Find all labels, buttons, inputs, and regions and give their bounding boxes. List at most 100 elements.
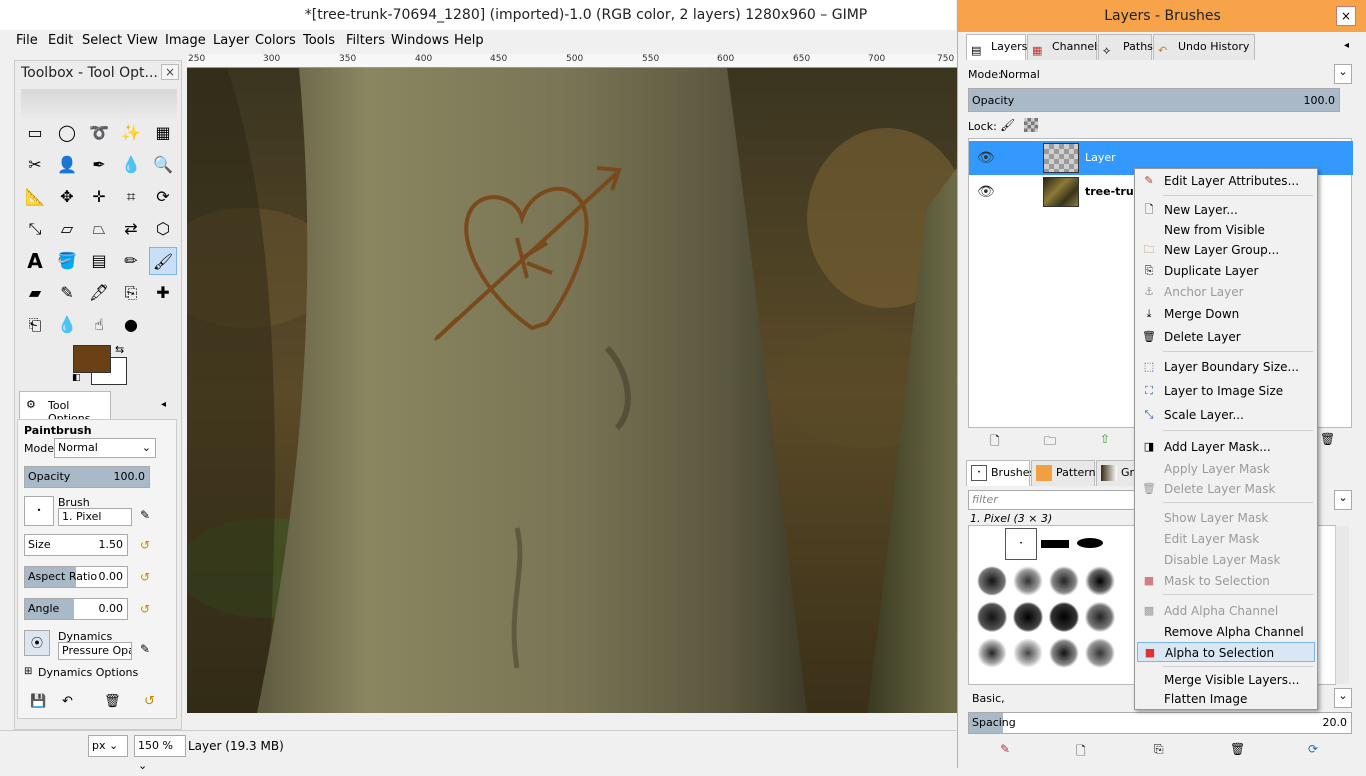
layer-opacity-slider[interactable]: Opacity 100.0 <box>968 88 1340 112</box>
foreground-select-icon[interactable]: 👤 <box>53 151 81 179</box>
menu-item-new-layer-group[interactable]: 🗀 New Layer Group... <box>1137 240 1315 260</box>
color-picker-icon[interactable]: 💧 <box>117 151 145 179</box>
menu-tools[interactable]: Tools <box>303 33 335 48</box>
bucket-fill-icon[interactable]: 🪣 <box>53 247 81 275</box>
dynamics-field[interactable]: Pressure Opacity <box>58 642 132 660</box>
ink-icon[interactable]: 🖋 <box>85 279 113 307</box>
brush-splatter[interactable] <box>977 566 1007 596</box>
perspective-clone-icon[interactable]: ⎗ <box>21 311 49 339</box>
eye-icon[interactable]: 👁 <box>977 150 995 166</box>
blend-icon[interactable]: ▤ <box>85 247 113 275</box>
brushes-scrollbar[interactable] <box>1335 526 1349 684</box>
dynamics-preview-icon[interactable]: ⦿ <box>24 630 50 656</box>
menu-filters[interactable]: Filters <box>346 33 385 48</box>
delete-layer-icon[interactable]: 🗑 <box>1320 432 1335 446</box>
configure-tab-icon[interactable]: ◂ <box>1344 40 1349 51</box>
configure-tab-icon[interactable]: ◂ <box>161 399 166 410</box>
brush-texture[interactable] <box>977 638 1007 668</box>
size-slider[interactable]: Size 1.50 <box>24 534 128 556</box>
menu-item-new-layer[interactable]: 🗋 New Layer... <box>1137 200 1315 220</box>
brush-spacing-slider[interactable]: Spacing 20.0 <box>968 712 1352 734</box>
menu-edit[interactable]: Edit <box>48 33 73 48</box>
move-icon[interactable]: ✥ <box>53 183 81 211</box>
menu-item-remove-alpha-channel[interactable]: Remove Alpha Channel <box>1137 622 1315 642</box>
menu-item-mask-to-selection[interactable]: ■ Mask to Selection <box>1137 571 1315 591</box>
brush-pixel[interactable]: • <box>1005 528 1037 560</box>
menu-item-flatten-image[interactable]: Flatten Image <box>1137 689 1315 709</box>
brush-texture[interactable] <box>1013 602 1043 632</box>
menu-item-alpha-to-selection[interactable]: ■ Alpha to Selection <box>1137 642 1315 662</box>
horizontal-ruler[interactable]: 250 300 350 400 450 500 550 600 650 700 … <box>187 54 957 68</box>
airbrush-icon[interactable]: ✎ <box>53 279 81 307</box>
menu-help[interactable]: Help <box>454 33 484 48</box>
menu-item-add-layer-mask[interactable]: ◨ Add Layer Mask... <box>1137 437 1315 457</box>
dock-close-button[interactable]: × <box>1336 6 1356 26</box>
foreground-color-swatch[interactable] <box>73 345 111 373</box>
menu-item-disable-layer-mask[interactable]: Disable Layer Mask <box>1137 550 1315 570</box>
aspect-ratio-slider[interactable]: Aspect Ratio 0.00 <box>24 566 128 588</box>
eraser-icon[interactable]: ▰ <box>21 279 49 307</box>
swap-colors-icon[interactable]: ⇆ <box>115 343 124 356</box>
brush-splatter[interactable] <box>1085 566 1115 596</box>
menu-windows[interactable]: Windows <box>391 33 449 48</box>
edit-dynamics-icon[interactable]: ✎ <box>140 642 150 656</box>
image-canvas[interactable] <box>187 68 957 713</box>
brush-tag-dropdown[interactable]: ⌄ <box>1334 688 1352 708</box>
free-select-icon[interactable]: ➰ <box>85 119 113 147</box>
menu-view[interactable]: View <box>127 33 158 48</box>
menu-item-merge-down[interactable]: ⤓ Merge Down <box>1137 304 1315 324</box>
restore-options-icon[interactable]: ↶ <box>62 694 73 709</box>
brush-ellipse[interactable] <box>1077 538 1103 548</box>
menu-item-new-from-visible[interactable]: New from Visible <box>1137 220 1315 240</box>
delete-brush-icon[interactable]: 🗑 <box>1230 742 1245 756</box>
new-layer-icon[interactable]: 🗋 <box>990 432 1000 453</box>
scissors-icon[interactable]: ✂ <box>21 151 49 179</box>
angle-slider[interactable]: Angle 0.00 <box>24 598 128 620</box>
menu-item-edit-layer-mask[interactable]: Edit Layer Mask <box>1137 529 1315 549</box>
layer-mode-dropdown[interactable]: ⌄ <box>1334 64 1352 84</box>
brush-splatter[interactable] <box>1049 566 1079 596</box>
mode-select[interactable]: Normal ⌄ <box>54 438 156 458</box>
new-brush-icon[interactable]: 🗋 <box>1076 742 1086 763</box>
edit-brush-icon[interactable]: ✎ <box>140 508 150 522</box>
reset-options-icon[interactable]: ↺ <box>144 694 155 709</box>
menu-colors[interactable]: Colors <box>255 33 296 48</box>
lock-pixels-icon[interactable]: 🖌 <box>1000 118 1015 132</box>
brush-filter-dropdown[interactable]: ⌄ <box>1334 490 1352 510</box>
brush-texture[interactable] <box>1085 638 1115 668</box>
perspective-icon[interactable]: ⏢ <box>85 215 113 243</box>
crop-icon[interactable]: ⌗ <box>117 183 145 211</box>
dynamics-options-expander[interactable]: Dynamics Options <box>38 666 138 679</box>
toolbox-close-button[interactable]: × <box>161 64 179 80</box>
refresh-brushes-icon[interactable]: ⟳ <box>1308 742 1318 756</box>
expander-icon[interactable]: ⊞ <box>24 666 32 677</box>
flip-icon[interactable]: ⇄ <box>117 215 145 243</box>
brush-texture[interactable] <box>1013 638 1043 668</box>
menu-item-delete-layer-mask[interactable]: 🗑 Delete Layer Mask <box>1137 479 1315 499</box>
menu-select[interactable]: Select <box>82 33 122 48</box>
save-options-icon[interactable]: 💾 <box>30 694 46 709</box>
brush-block[interactable] <box>1041 540 1069 548</box>
fuzzy-select-icon[interactable]: ✨ <box>117 119 145 147</box>
menu-item-edit-layer-attributes[interactable]: ✎ Edit Layer Attributes... <box>1137 171 1315 191</box>
delete-options-icon[interactable]: 🗑 <box>104 694 121 709</box>
tab-patterns[interactable]: Patterns <box>1031 460 1101 486</box>
menu-item-add-alpha-channel[interactable]: ▩ Add Alpha Channel <box>1137 601 1315 621</box>
cage-transform-icon[interactable]: ⬡ <box>149 215 177 243</box>
blur-icon[interactable]: 💧 <box>53 311 81 339</box>
clone-icon[interactable]: ⎘ <box>117 279 145 307</box>
pencil-icon[interactable]: ✏ <box>117 247 145 275</box>
brush-filter-input[interactable]: filter <box>968 490 1140 510</box>
heal-icon[interactable]: ✚ <box>149 279 177 307</box>
scale-icon[interactable]: ⤡ <box>21 215 49 243</box>
menu-image[interactable]: Image <box>165 33 206 48</box>
rect-select-icon[interactable]: ▭ <box>21 119 49 147</box>
reset-size-icon[interactable]: ↺ <box>140 538 150 552</box>
measure-icon[interactable]: 📐 <box>21 183 49 211</box>
menu-item-merge-visible-layers[interactable]: Merge Visible Layers... <box>1137 670 1315 690</box>
tab-undo-history[interactable]: ↶ Undo History <box>1153 34 1255 60</box>
ellipse-select-icon[interactable]: ◯ <box>53 119 81 147</box>
paths-icon[interactable]: ✒ <box>85 151 113 179</box>
unit-select[interactable]: px ⌄ <box>88 735 128 757</box>
lock-alpha-icon[interactable] <box>1024 118 1038 132</box>
